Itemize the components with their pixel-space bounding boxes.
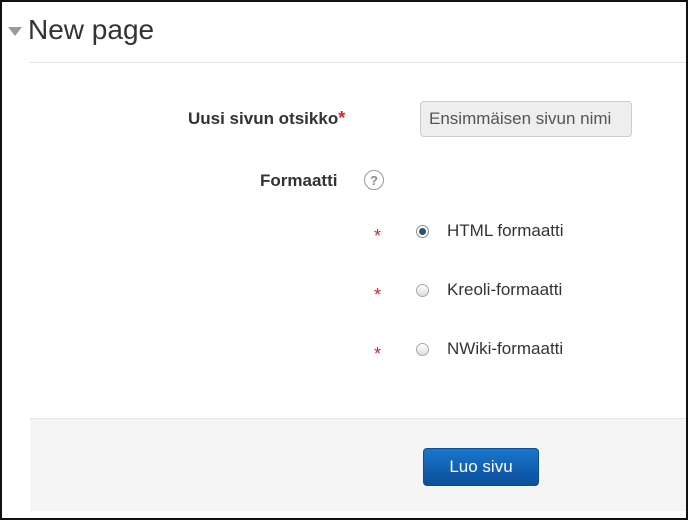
radio-button-icon[interactable] — [416, 342, 429, 356]
page-title-label-text: Uusi sivun otsikko — [188, 109, 339, 128]
format-label: Formaatti — [260, 171, 338, 190]
section-divider — [30, 62, 686, 63]
page-title-input[interactable] — [420, 101, 632, 137]
format-option-label[interactable]: NWiki-formaatti — [447, 339, 563, 359]
format-option-nwiki[interactable]: * NWiki-formaatti — [374, 337, 563, 364]
format-option-label[interactable]: Kreoli-formaatti — [447, 280, 562, 300]
format-option-html[interactable]: * HTML formaatti — [374, 219, 564, 246]
format-option-label[interactable]: HTML formaatti — [447, 221, 564, 241]
radio-button-icon[interactable] — [416, 224, 429, 238]
form-action-bar: Luo sivu — [30, 418, 686, 511]
new-page-form: New page Uusi sivun otsikko* Formaatti ?… — [0, 0, 688, 520]
page-title-label: Uusi sivun otsikko* — [188, 108, 345, 129]
format-option-kreoli[interactable]: * Kreoli-formaatti — [374, 278, 562, 305]
help-icon[interactable]: ? — [364, 170, 384, 190]
required-star: * — [374, 225, 382, 246]
section-title: New page — [28, 14, 155, 45]
radio-button-icon[interactable] — [416, 283, 429, 297]
required-star: * — [338, 108, 346, 128]
collapse-arrow-icon[interactable] — [8, 26, 22, 36]
form-section-header[interactable]: New page — [8, 14, 154, 46]
required-star: * — [374, 284, 382, 305]
radio-selected-dot — [419, 227, 426, 235]
create-page-button[interactable]: Luo sivu — [423, 448, 539, 486]
required-star: * — [374, 343, 382, 364]
